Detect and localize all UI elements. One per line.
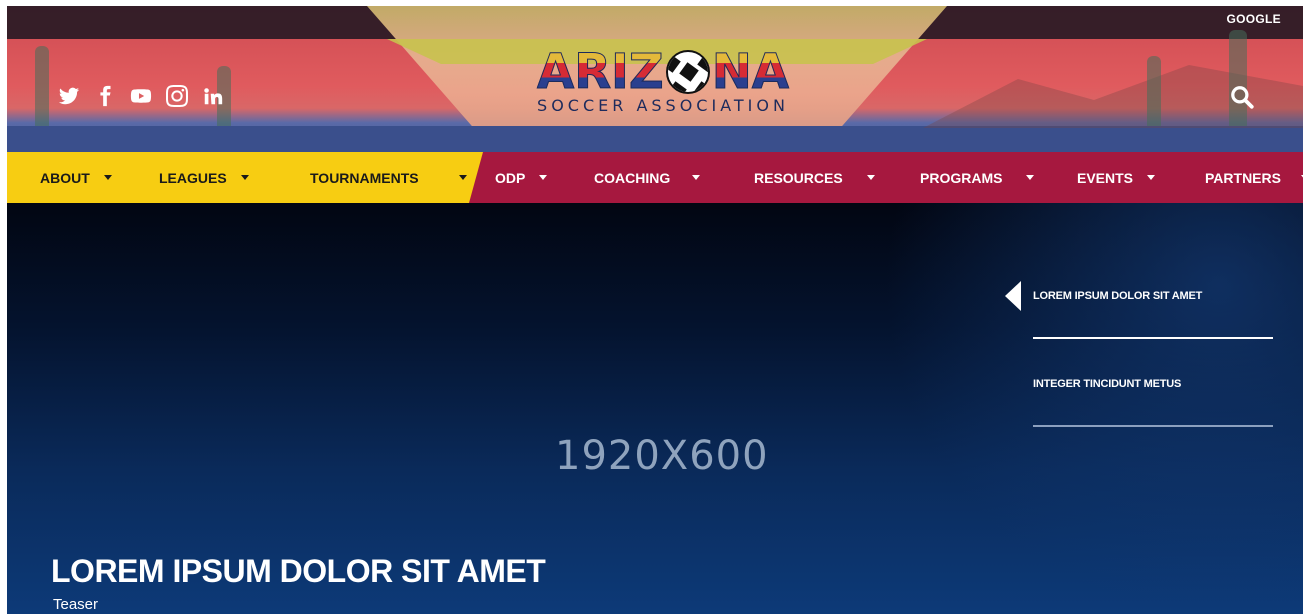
cactus-decoration bbox=[35, 46, 49, 126]
chevron-down-icon bbox=[1026, 175, 1035, 180]
slide-progress-bar bbox=[1033, 425, 1273, 427]
hero-slider: 1920X600 LOREM IPSUM DOLOR SIT AMET Teas… bbox=[7, 203, 1303, 614]
logo-subtitle: SOCCER ASSOCIATION bbox=[537, 96, 789, 115]
chevron-down-icon bbox=[103, 175, 112, 180]
facebook-icon[interactable] bbox=[93, 84, 117, 108]
hero-image-placeholder: 1920X600 bbox=[555, 433, 769, 479]
instagram-icon[interactable] bbox=[165, 84, 189, 108]
header-blue-band bbox=[7, 126, 1303, 152]
social-links bbox=[57, 84, 225, 108]
slide-item-active[interactable]: LOREM IPSUM DOLOR SIT AMET bbox=[1005, 281, 1285, 369]
nav-item-about[interactable]: ABOUT bbox=[40, 152, 112, 203]
google-link[interactable]: GOOGLE bbox=[1227, 12, 1281, 26]
cactus-decoration bbox=[1147, 56, 1161, 126]
caret-left-icon bbox=[1005, 281, 1021, 311]
nav-item-resources[interactable]: RESOURCES bbox=[754, 152, 875, 203]
twitter-icon[interactable] bbox=[57, 84, 81, 108]
search-icon[interactable] bbox=[1229, 84, 1255, 110]
soccer-ball-icon bbox=[665, 50, 710, 94]
main-nav: ABOUT LEAGUES TOURNAMENTS ODP COACHING R… bbox=[7, 152, 1303, 203]
logo-word-left: ARIZ bbox=[536, 44, 664, 100]
cactus-decoration bbox=[1229, 30, 1247, 126]
site-header: GOOGLE ARIZ NA SOCCER ASSOCIATION bbox=[7, 6, 1303, 152]
hero-teaser: Teaser bbox=[53, 596, 99, 613]
slide-item[interactable]: INTEGER TINCIDUNT METUS bbox=[1005, 369, 1285, 457]
chevron-down-icon bbox=[692, 175, 701, 180]
arizona-soccer-logo[interactable]: ARIZ NA SOCCER ASSOCIATION bbox=[504, 44, 822, 116]
nav-item-tournaments[interactable]: TOURNAMENTS bbox=[310, 152, 467, 203]
nav-item-leagues[interactable]: LEAGUES bbox=[159, 152, 249, 203]
nav-item-events[interactable]: EVENTS bbox=[1077, 152, 1156, 203]
chevron-down-icon bbox=[1147, 175, 1156, 180]
chevron-down-icon bbox=[240, 175, 249, 180]
slide-list: LOREM IPSUM DOLOR SIT AMET INTEGER TINCI… bbox=[1005, 281, 1285, 457]
nav-item-programs[interactable]: PROGRAMS bbox=[920, 152, 1035, 203]
chevron-down-icon bbox=[866, 175, 875, 180]
youtube-icon[interactable] bbox=[129, 84, 153, 108]
nav-item-odp[interactable]: ODP bbox=[495, 152, 548, 203]
nav-item-coaching[interactable]: COACHING bbox=[594, 152, 701, 203]
chevron-down-icon bbox=[539, 175, 548, 180]
chevron-down-icon bbox=[458, 175, 467, 180]
slide-progress-bar bbox=[1033, 337, 1273, 339]
logo-word-right: NA bbox=[711, 44, 790, 100]
nav-item-partners[interactable]: PARTNERS bbox=[1205, 152, 1303, 203]
hero-title[interactable]: LOREM IPSUM DOLOR SIT AMET bbox=[51, 553, 546, 590]
linkedin-icon[interactable] bbox=[201, 84, 225, 108]
